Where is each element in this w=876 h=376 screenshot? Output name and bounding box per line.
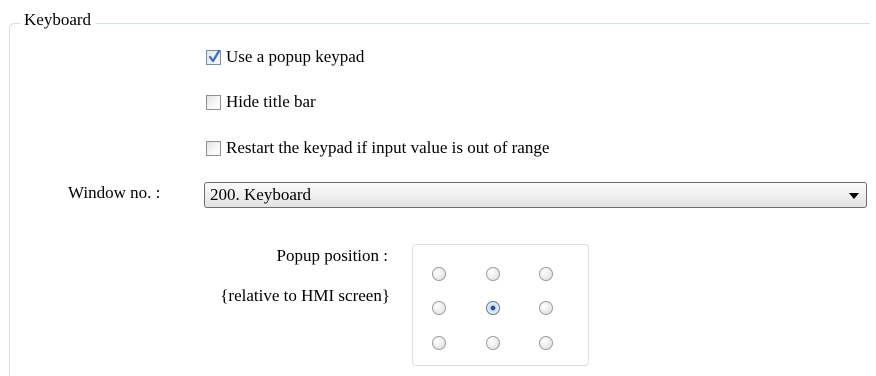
- restart-keypad-option[interactable]: Restart the keypad if input value is out…: [206, 138, 549, 158]
- dropdown-arrow-icon[interactable]: [849, 193, 859, 199]
- popup-position-sublabel: {relative to HMI screen}: [220, 286, 390, 305]
- position-middle-right-radio[interactable]: [539, 301, 553, 315]
- window-no-value: 200. Keyboard: [210, 185, 312, 204]
- checkmark-icon: [208, 49, 221, 62]
- position-middle-center-radio[interactable]: [486, 301, 500, 315]
- hide-title-bar-checkbox[interactable]: [206, 94, 221, 110]
- hide-title-bar-option[interactable]: Hide title bar: [206, 92, 316, 112]
- position-middle-left-radio[interactable]: [432, 301, 446, 315]
- window-no-dropdown[interactable]: 200. Keyboard: [204, 182, 867, 208]
- use-popup-keypad-checkbox[interactable]: [206, 49, 221, 65]
- use-popup-keypad-label: Use a popup keypad: [226, 47, 365, 66]
- hide-title-bar-label: Hide title bar: [226, 92, 316, 111]
- groupbox-title: Keyboard: [20, 10, 97, 30]
- restart-keypad-label: Restart the keypad if input value is out…: [226, 138, 550, 157]
- restart-keypad-checkbox[interactable]: [206, 140, 221, 156]
- position-top-right-radio[interactable]: [539, 267, 553, 281]
- popup-position-grid: [412, 244, 589, 366]
- popup-position-label: Popup position :: [276, 246, 388, 265]
- position-bottom-center-radio[interactable]: [486, 336, 500, 350]
- position-bottom-left-radio[interactable]: [432, 336, 446, 350]
- position-bottom-right-radio[interactable]: [539, 336, 553, 350]
- position-top-center-radio[interactable]: [486, 267, 500, 281]
- position-top-left-radio[interactable]: [432, 267, 446, 281]
- window-no-label: Window no. :: [68, 183, 161, 202]
- use-popup-keypad-option[interactable]: Use a popup keypad: [206, 47, 364, 67]
